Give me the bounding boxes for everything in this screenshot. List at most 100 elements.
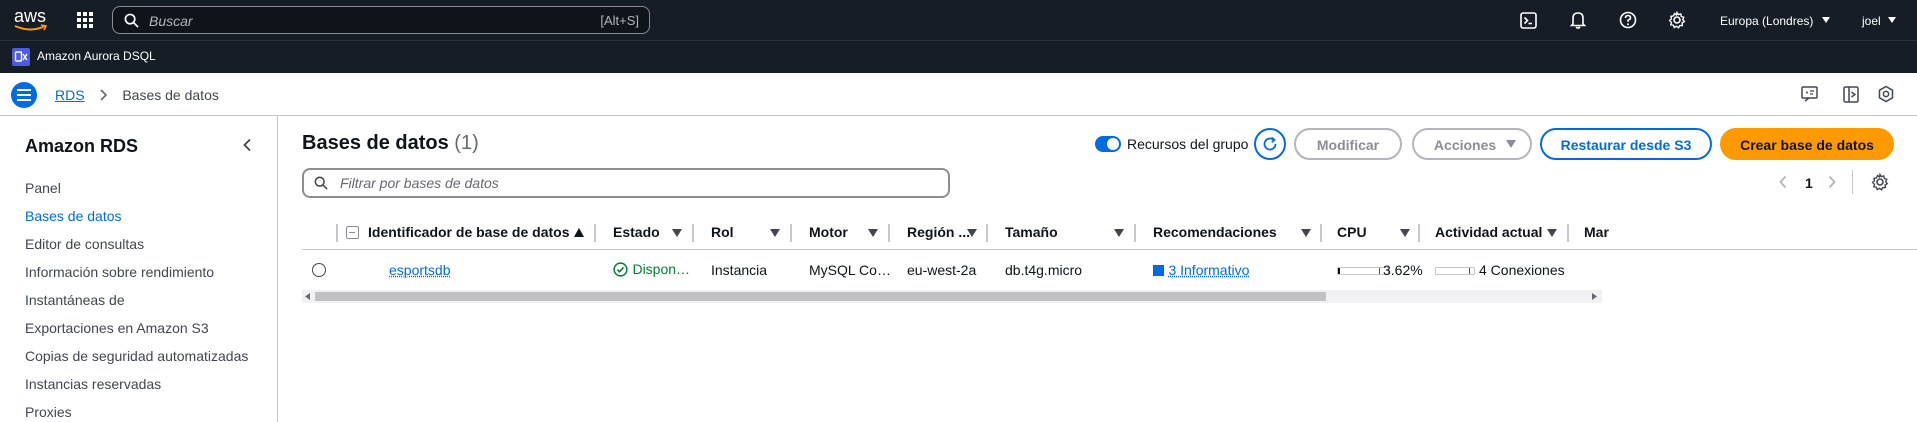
activity-value: 4 Conexiones [1479,262,1565,278]
column-header-role[interactable]: Rol [711,214,734,250]
cloudshell-icon[interactable] [1520,12,1537,29]
caret-down-icon [1506,140,1517,148]
row-select-radio[interactable] [312,263,326,277]
scroll-left-icon[interactable] [305,293,311,300]
sidebar-item-panel[interactable]: Panel [25,180,61,196]
size-cell: db.t4g.micro [1005,262,1083,278]
breadcrumb-rds-link[interactable]: RDS [55,87,85,103]
global-search-input[interactable]: Buscar [Alt+S] [112,6,650,34]
toggle-track [1095,136,1121,152]
help-icon[interactable] [1619,11,1637,29]
create-database-button[interactable]: Crear base de datos [1720,128,1894,160]
databases-table: Identificador de base de datos Estado Ro… [302,214,1917,422]
group-resources-toggle[interactable]: Recursos del grupo [1095,134,1248,154]
sidebar-item-databases[interactable]: Bases de datos [25,208,122,224]
column-header-region[interactable]: Región ... [907,214,970,250]
services-menu-icon[interactable] [76,11,94,29]
sidebar-item-s3-exports[interactable]: Exportaciones en Amazon S3 [25,320,209,336]
sidebar-item-reserved-instances[interactable]: Instancias reservadas [25,376,161,392]
table-preferences-gear-icon[interactable] [1871,173,1889,191]
table-row[interactable]: esportsdb Dispon… Instancia MySQL Co… eu… [302,251,1917,289]
column-separator [336,224,338,242]
sidebar-item-performance-insights[interactable]: Información sobre rendimiento [25,264,214,280]
previous-page-icon[interactable] [1778,175,1788,189]
column-header-recommendations[interactable]: Recomendaciones [1153,214,1277,250]
info-square-icon [1153,265,1164,276]
user-menu[interactable]: joel [1862,12,1897,30]
sidebar: Amazon RDS Panel Bases de datos Editor d… [0,116,278,422]
service-name: Amazon Aurora DSQL [37,49,156,63]
region-label: Europa (Londres) [1720,14,1814,28]
column-header-current-activity[interactable]: Actividad actual [1435,214,1542,250]
sort-ascending-icon[interactable] [574,228,584,237]
column-header-maintenance[interactable]: Mar [1584,214,1609,250]
column-filter-icon[interactable] [770,229,780,237]
column-separator [1418,224,1420,242]
column-separator [1567,224,1569,242]
column-filter-icon[interactable] [967,229,977,237]
column-filter-icon[interactable] [868,229,878,237]
top-navigation: aws Buscar [Alt+S] Europa (Londres) joel [0,0,1917,40]
chevron-down-icon [1821,17,1830,23]
filter-placeholder: Filtrar por bases de datos [340,175,499,191]
hamburger-icon [17,89,31,101]
column-separator [1320,224,1322,242]
status-text: Dispon… [632,261,691,277]
db-identifier-link[interactable]: esportsdb [389,262,450,278]
scrollbar-thumb[interactable] [315,292,1326,301]
cpu-usage-bar [1337,267,1389,275]
feedback-icon[interactable] [1801,86,1818,103]
column-filter-icon[interactable] [1400,229,1410,237]
column-filter-icon[interactable] [1301,229,1311,237]
breadcrumb: RDS Bases de datos [55,87,219,103]
cpu-threshold-mark [1379,268,1380,274]
sidebar-collapse-icon[interactable] [242,138,252,152]
sidebar-item-automated-backups[interactable]: Copias de seguridad automatizadas [25,348,248,364]
user-label: joel [1862,14,1881,28]
menu-toggle-button[interactable] [11,82,37,108]
column-filter-icon[interactable] [1114,229,1124,237]
refresh-button[interactable] [1254,128,1286,160]
column-header-status[interactable]: Estado [613,214,660,250]
sidebar-item-proxies[interactable]: Proxies [25,404,72,420]
page-number[interactable]: 1 [1805,175,1813,191]
column-filter-icon[interactable] [1547,229,1557,237]
aurora-dsql-icon [12,48,30,66]
column-separator [692,224,694,242]
recommendations-link[interactable]: 3 Informativo [1168,262,1249,278]
role-cell: Instancia [711,262,768,278]
aws-logo[interactable]: aws [12,4,48,34]
column-separator [594,224,596,242]
page-title: Bases de datos (1) [302,132,479,155]
restore-from-s3-button[interactable]: Restaurar desde S3 [1540,128,1712,160]
horizontal-scrollbar[interactable] [302,290,1602,303]
next-page-icon[interactable] [1827,175,1837,189]
page-title-count: (1) [454,132,479,154]
actions-button[interactable]: Acciones [1412,128,1532,160]
page-title-text: Bases de datos [302,132,449,154]
column-header-engine[interactable]: Motor [809,214,848,250]
sidebar-item-query-editor[interactable]: Editor de consultas [25,236,144,252]
column-header-size[interactable]: Tamaño [1005,214,1058,250]
info-panel-icon[interactable] [1843,86,1859,103]
modify-button[interactable]: Modificar [1294,128,1402,160]
refresh-icon [1263,136,1277,151]
indeterminate-mark [349,231,355,233]
search-shortcut: [Alt+S] [600,13,639,28]
gear-icon[interactable] [1668,11,1686,29]
main-content: Bases de datos (1) Recursos del grupo Mo… [278,116,1917,422]
column-header-cpu[interactable]: CPU [1337,214,1367,250]
column-filter-icon[interactable] [672,229,682,237]
column-header-identifier[interactable]: Identificador de base de datos [368,214,570,250]
column-separator [1134,224,1136,242]
filter-databases-input[interactable]: Filtrar por bases de datos [302,168,950,198]
scroll-right-icon[interactable] [1592,293,1598,300]
sidebar-item-snapshots[interactable]: Instantáneas de [25,292,125,308]
select-all-checkbox[interactable] [346,226,359,239]
toggle-label: Recursos del grupo [1127,136,1249,152]
settings-hexagon-icon[interactable] [1877,85,1895,103]
region-selector[interactable]: Europa (Londres) [1720,12,1830,30]
engine-cell: MySQL Co… [809,262,891,278]
bell-icon[interactable] [1570,11,1586,29]
search-placeholder: Buscar [149,13,193,29]
